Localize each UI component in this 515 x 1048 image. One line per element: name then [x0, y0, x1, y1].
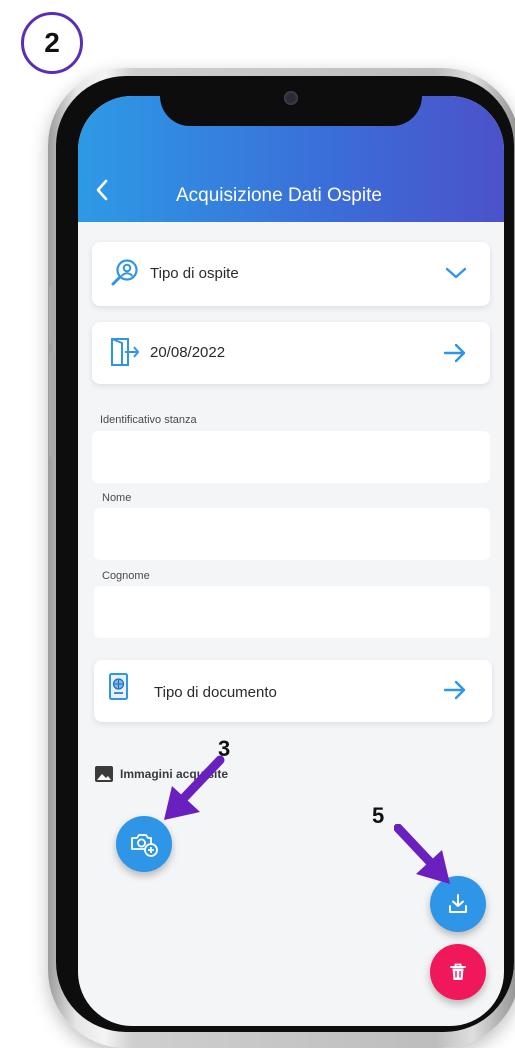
- annotation-step-5: 5: [372, 803, 385, 828]
- camera-add-icon: [131, 834, 158, 857]
- delete-button[interactable]: [430, 944, 486, 1000]
- checkin-date-value: 20/08/2022: [150, 344, 226, 361]
- user-search-icon: [111, 259, 138, 286]
- passport-icon: [109, 673, 128, 700]
- download-icon: [449, 894, 467, 913]
- guest-type-select[interactable]: Tipo di ospite: [92, 242, 490, 306]
- image-icon: [95, 766, 113, 782]
- phone-side-button: [49, 352, 55, 458]
- phone-side-button: [49, 285, 55, 345]
- door-exit-icon: [111, 338, 140, 366]
- page-title: Acquisizione Dati Ospite: [176, 185, 382, 206]
- arrow-right-icon[interactable]: [442, 678, 468, 702]
- name-label: Nome: [102, 492, 132, 504]
- document-type-label: Tipo di documento: [154, 684, 277, 701]
- room-id-label: Identificativo stanza: [100, 414, 197, 426]
- arrow-right-icon[interactable]: [442, 341, 468, 365]
- chevron-left-icon[interactable]: [90, 176, 114, 204]
- front-camera: [284, 91, 298, 105]
- guest-type-label: Tipo di ospite: [150, 265, 239, 282]
- chevron-down-icon[interactable]: [444, 263, 468, 283]
- annotation-arrow-icon: [394, 824, 450, 884]
- room-id-field[interactable]: [92, 431, 490, 483]
- annotation-arrow-icon: [164, 755, 225, 820]
- step-badge: 2: [21, 12, 83, 74]
- surname-label: Cognome: [102, 570, 150, 582]
- checkin-date-card[interactable]: 20/08/2022: [92, 322, 490, 384]
- document-type-card[interactable]: Tipo di documento: [94, 660, 492, 722]
- name-field[interactable]: [94, 508, 490, 560]
- surname-field[interactable]: [94, 586, 490, 638]
- trash-icon: [450, 963, 466, 980]
